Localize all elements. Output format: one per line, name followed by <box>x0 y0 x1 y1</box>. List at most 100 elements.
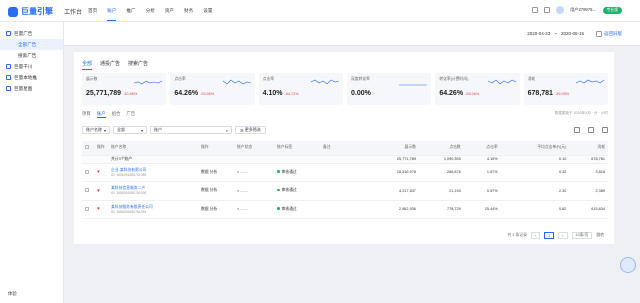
metric-card[interactable]: 深度转化率 0.00% <box>346 73 432 105</box>
sidebar-item-local[interactable]: 巨量本地推 <box>0 72 63 83</box>
sidebar-item-star[interactable]: 巨量星图 <box>0 83 63 94</box>
header-cell[interactable]: 平均点击单价(元) <box>500 141 570 156</box>
ctr-cell: 0.57% <box>463 181 501 201</box>
tab-general[interactable]: 通投广告 <box>100 60 120 70</box>
sub-bar: 2020-04-23 ~ 2020-06-15 返回旧版 <box>64 22 640 46</box>
page-size-select[interactable]: 10条/页 <box>571 232 593 239</box>
more-filter-label: 更多筛选 <box>244 127 261 132</box>
tab-account[interactable]: 账户 <box>96 111 106 118</box>
message-icon[interactable] <box>532 7 539 13</box>
nav-account[interactable]: 账户 <box>107 8 117 21</box>
row-actions[interactable]: 数据 分析 <box>198 181 234 201</box>
clicks-cell: 778,729 <box>418 200 464 219</box>
nav-home[interactable]: 首页 <box>88 8 97 14</box>
sparkline <box>487 79 516 85</box>
favorite-icon[interactable]: ♥ <box>97 169 100 175</box>
columns-icon[interactable] <box>588 127 594 133</box>
header-cell[interactable]: 消耗 <box>569 141 608 156</box>
summary-ctr: 4.10% <box>463 155 501 164</box>
row-actions[interactable]: 数据 分析 <box>198 200 234 219</box>
page-number-button[interactable]: 1 <box>544 232 555 239</box>
header-cell[interactable]: 点击率 <box>463 141 501 156</box>
sidebar-item-qianchuan[interactable]: 巨量千川 <box>0 61 63 72</box>
metric-card[interactable]: 点击率 4.10% -54.72% <box>258 73 343 105</box>
metric-value: 678,781 <box>527 90 553 97</box>
sparkline <box>310 79 339 85</box>
sidebar-item-label: 搜索广告 <box>18 52 37 58</box>
sparkline <box>134 80 163 85</box>
header-cell[interactable]: 点击数 <box>418 141 464 156</box>
row-actions[interactable]: 数据 分析 <box>198 163 234 182</box>
nav-analysis[interactable]: 分析 <box>146 8 155 14</box>
scope-select[interactable]: 全部 ▾ <box>113 126 147 134</box>
metric-card[interactable]: 点击率 64.26% -53.06% <box>170 73 255 105</box>
help-icon[interactable] <box>544 7 551 13</box>
metric-card[interactable]: 消耗 678,781 -39.05% <box>523 73 608 105</box>
status-dot <box>277 207 280 210</box>
table-row[interactable]: ♥ 某科技服务有限责任公司 ID: 1656991650761091 数据 分析 … <box>82 200 608 219</box>
nav-finance[interactable]: 财务 <box>184 8 193 14</box>
date-from: 2020-04-23 <box>527 31 551 36</box>
cpc-cell: 0.32 <box>500 163 570 182</box>
metric-value: 0.00% <box>350 90 371 97</box>
header-cell[interactable]: 账户名称 <box>108 141 198 156</box>
header-cell[interactable]: 展示数 <box>370 141 419 156</box>
clicks-cell: 21,193 <box>418 181 464 201</box>
date-range-picker[interactable]: 2020-04-23 ~ 2020-06-15 <box>527 31 584 36</box>
nav-settings[interactable]: 设置 <box>203 8 212 14</box>
qianchuan-icon <box>6 64 11 69</box>
table-row[interactable]: ♥ 某科技信息服务二户 ID: 1656991650761090 数据 分析 ● … <box>82 181 608 201</box>
keyword-input[interactable]: 账户 ⌕ <box>150 126 232 134</box>
sparkline <box>222 79 251 85</box>
tab-combo[interactable]: 组合 <box>112 111 121 118</box>
scope-select-value: 全部 <box>117 127 125 132</box>
metric-card[interactable]: 展示数 25,771,789 -40.86% <box>82 73 167 105</box>
nav-assets[interactable]: 资产 <box>165 8 174 14</box>
row-checkbox[interactable] <box>85 188 89 193</box>
account-id: ID: 1656991650761089 <box>111 172 147 177</box>
back-old-version-button[interactable]: 返回旧版 <box>596 31 622 37</box>
table-row[interactable]: ♥ 企业-某科技有限公司 ID: 1656991650761089 数据 分析 ●… <box>82 163 608 182</box>
tab-ad[interactable]: 广告 <box>126 111 135 118</box>
favorite-icon[interactable]: ♥ <box>97 188 100 194</box>
back-icon <box>596 31 602 37</box>
next-page-button[interactable]: › <box>558 232 568 239</box>
prev-page-button[interactable]: ‹ <box>530 232 541 239</box>
sidebar-bottom[interactable]: 体验 <box>8 291 17 297</box>
remark-cell <box>320 181 370 201</box>
row-checkbox[interactable] <box>85 169 89 174</box>
more-filter-button[interactable]: ☰ 更多筛选 <box>235 126 266 134</box>
tab-project[interactable]: 项目 <box>82 111 91 118</box>
cpc-cell: 2.30 <box>500 181 570 201</box>
metric-value: 4.10% <box>262 90 283 97</box>
back-label: 返回旧版 <box>604 31 622 36</box>
top-bar: 巨量引擎 工作台 首页 账户 推广 分析 资产 财务 设置 用户279976… … <box>0 0 640 22</box>
main-nav: 首页 账户 推广 分析 资产 财务 设置 <box>88 8 212 21</box>
assistant-mascot-icon[interactable] <box>620 257 636 273</box>
sidebar-item-label: 巨量本地推 <box>14 74 37 80</box>
sparkline <box>575 79 604 84</box>
goto-label: 跳转 <box>596 233 604 237</box>
row-checkbox[interactable] <box>85 206 89 211</box>
nav-promote[interactable]: 推广 <box>126 8 135 14</box>
select-all-checkbox[interactable] <box>85 145 89 150</box>
account-status: ● —— <box>234 163 274 182</box>
header-cell: 账户状态 <box>234 141 274 156</box>
logo[interactable]: 巨量引擎 <box>8 6 53 17</box>
sidebar-item-all-ads[interactable]: 全部广告 <box>0 39 63 50</box>
metric-cards: 展示数 25,771,789 -40.86% 点击率 64.26% -53.06% 点击… <box>82 73 608 105</box>
download-icon[interactable] <box>574 127 580 133</box>
ctr-cell: 1.67% <box>463 163 501 182</box>
sparkline <box>399 84 428 86</box>
sidebar-item-ad[interactable]: 巨量广告 <box>0 28 63 39</box>
field-select[interactable]: 账户名称 ▾ <box>82 126 110 134</box>
settings-icon[interactable] <box>602 127 608 133</box>
account-tag: 审核通过 <box>281 188 297 193</box>
avatar[interactable] <box>556 6 565 14</box>
tab-all[interactable]: 全部 <box>82 60 93 70</box>
metric-card[interactable]: 转化率(计费时间) 64.26% -53.06% <box>435 73 520 105</box>
favorite-icon[interactable]: ♥ <box>97 206 100 212</box>
user-name[interactable]: 用户279976… <box>570 7 597 13</box>
sidebar-item-search-ads[interactable]: 搜索广告 <box>0 50 63 61</box>
tab-search[interactable]: 搜索广告 <box>128 60 148 70</box>
